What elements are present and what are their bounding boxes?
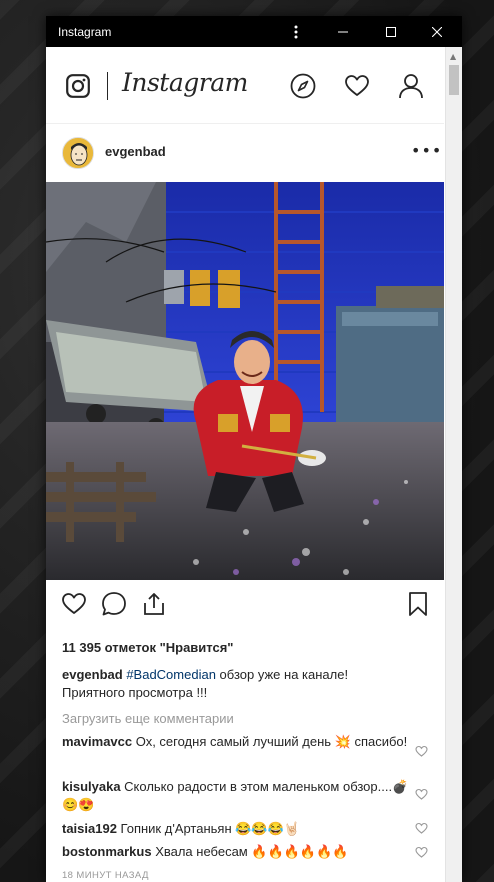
compass-icon[interactable] — [290, 73, 316, 99]
minimize-button[interactable] — [320, 16, 366, 47]
comment-username[interactable]: mavimavcc — [62, 734, 132, 749]
post-options-icon[interactable]: ••• — [411, 141, 442, 160]
comment-icon[interactable] — [101, 591, 127, 617]
maximize-button[interactable] — [368, 16, 414, 47]
caption-username[interactable]: evgenbad — [62, 667, 123, 682]
comment-item: taisia192 Гопник д'Артаньян 😂😂😂🤘🏻 — [62, 820, 412, 838]
scroll-thumb[interactable] — [449, 65, 459, 95]
instagram-header: Instagram — [46, 47, 444, 124]
vertical-scrollbar[interactable]: ▲ — [445, 47, 462, 882]
post-timestamp[interactable]: 18 МИНУТ НАЗАД — [62, 870, 149, 881]
comment-item: bostonmarkus Хвала небесам 🔥🔥🔥🔥🔥🔥 — [62, 843, 412, 861]
post-actions — [46, 580, 444, 626]
close-icon — [432, 26, 442, 37]
logo-divider — [107, 72, 108, 100]
comment-like-icon[interactable] — [415, 822, 428, 835]
comment-username[interactable]: kisulyaka — [62, 779, 121, 794]
avatar[interactable] — [62, 137, 94, 169]
comment-like-icon[interactable] — [415, 846, 428, 859]
like-count[interactable]: 11 395 отметок "Нравится" — [62, 640, 233, 655]
heart-icon[interactable] — [344, 73, 370, 99]
app-content: Instagram evgenbad ••• 11 395 отметок "Н… — [46, 47, 444, 882]
app-window: Instagram Instagram evgenbad ••• 11 395 … — [46, 16, 462, 882]
comment-username[interactable]: bostonmarkus — [62, 844, 152, 859]
minimize-icon — [338, 31, 348, 32]
comment-item: kisulyaka Сколько радости в этом маленьк… — [62, 778, 412, 814]
post-username[interactable]: evgenbad — [105, 144, 166, 159]
more-vertical-icon[interactable] — [272, 16, 320, 47]
post-caption: evgenbad #BadComedian обзор уже на канал… — [62, 666, 402, 702]
post-header: evgenbad ••• — [46, 124, 444, 182]
scroll-up-arrow-icon[interactable]: ▲ — [450, 52, 456, 61]
post-photo[interactable] — [46, 182, 444, 580]
title-bar[interactable]: Instagram — [46, 16, 462, 47]
close-button[interactable] — [414, 16, 460, 47]
comment-item: mavimavcc Ох, сегодня самый лучший день … — [62, 733, 412, 751]
comment-text: Гопник д'Артаньян 😂😂😂🤘🏻 — [116, 821, 300, 836]
instagram-camera-icon[interactable] — [66, 74, 90, 98]
window-title: Instagram — [58, 24, 112, 39]
load-more-comments-link[interactable]: Загрузить еще комментарии — [62, 711, 234, 726]
comment-like-icon[interactable] — [415, 745, 428, 758]
bookmark-icon[interactable] — [405, 591, 431, 617]
caption-hashtag[interactable]: #BadComedian — [126, 667, 216, 682]
comment-like-icon[interactable] — [415, 788, 428, 801]
comment-username[interactable]: taisia192 — [62, 821, 117, 836]
person-icon[interactable] — [398, 73, 424, 99]
comment-text: Ох, сегодня самый лучший день 💥 спасибо! — [132, 734, 408, 749]
comment-text: Хвала небесам 🔥🔥🔥🔥🔥🔥 — [151, 844, 349, 859]
maximize-icon — [386, 26, 396, 37]
share-icon[interactable] — [141, 591, 167, 617]
like-heart-icon[interactable] — [61, 591, 87, 617]
instagram-wordmark[interactable]: Instagram — [122, 68, 248, 97]
